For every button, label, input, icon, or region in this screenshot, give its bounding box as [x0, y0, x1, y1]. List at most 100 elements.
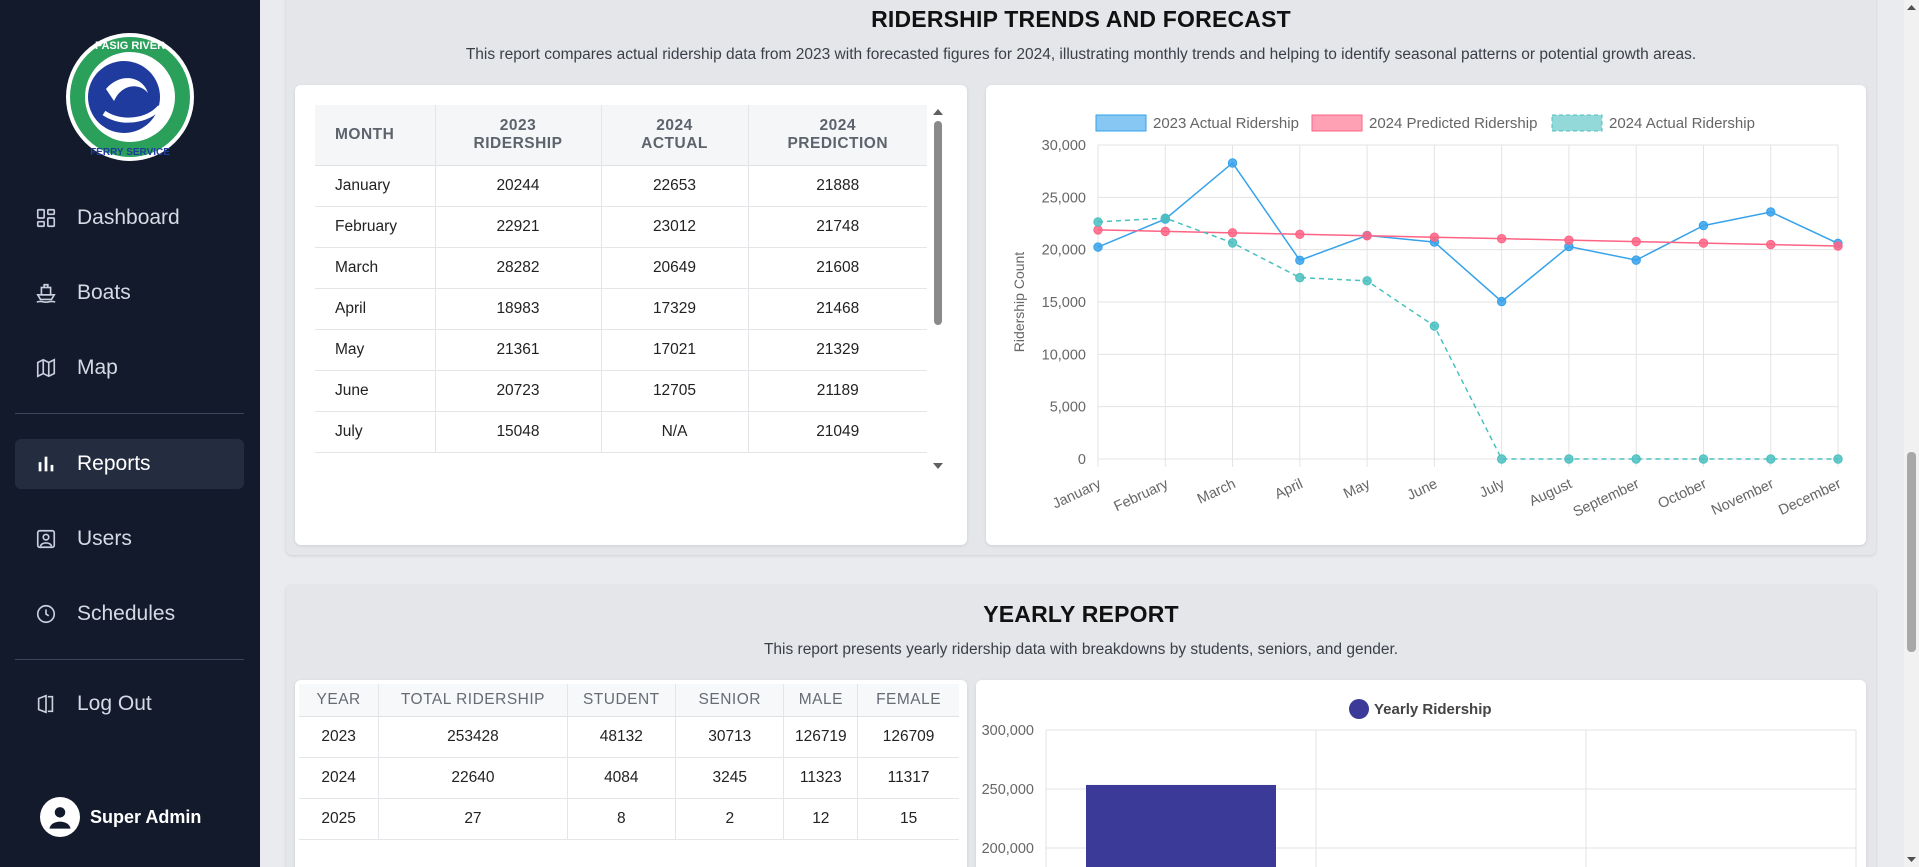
section-description: This report presents yearly ridership da…: [763, 641, 1399, 658]
legend-label: 2024 Predicted Ridership: [1369, 115, 1537, 132]
users-icon: [33, 526, 59, 552]
x-tick-label: December: [1776, 476, 1844, 519]
sidebar-item-label: Boats: [77, 281, 131, 304]
table-cell: 20244: [435, 165, 602, 207]
x-tick-label: April: [1272, 476, 1305, 503]
data-point: [1564, 235, 1574, 245]
table-row: February 22921 23012 21748: [315, 206, 927, 248]
table-cell: 2025: [299, 798, 380, 840]
data-point: [1698, 220, 1709, 231]
data-point: [1227, 238, 1238, 248]
logout-button[interactable]: Log Out: [15, 679, 244, 729]
table-cell: 17329: [601, 288, 749, 330]
sidebar-item-users[interactable]: Users: [15, 514, 244, 564]
user-profile[interactable]: Super Admin: [40, 797, 201, 837]
x-tick-label: November: [1709, 476, 1777, 519]
data-point: [1833, 241, 1843, 251]
user-avatar-icon: [40, 797, 80, 837]
table-cell: July: [315, 411, 436, 453]
dashboard-icon: [33, 205, 59, 231]
x-tick-label: September: [1571, 476, 1642, 521]
data-point: [1227, 158, 1238, 168]
y-tick-label: 20,000: [1042, 243, 1086, 259]
table-header: MONTH: [315, 105, 436, 166]
data-point: [1093, 225, 1103, 235]
x-tick-label: June: [1405, 476, 1440, 504]
table-cell: January: [315, 165, 436, 207]
sidebar-item-boats[interactable]: Boats: [15, 268, 244, 318]
legend-swatch: [1095, 114, 1147, 132]
legend-label: 2024 Actual Ridership: [1609, 115, 1755, 132]
table-cell: 21888: [748, 165, 927, 207]
table-cell: 21049: [748, 411, 927, 453]
y-tick-label: 5,000: [1050, 400, 1086, 416]
table-cell: 8: [567, 798, 677, 840]
table-cell: 18983: [435, 288, 602, 330]
table-row: 2025 27 8 2 12 15: [299, 798, 959, 840]
data-point: [1766, 207, 1776, 217]
table-cell: 253428: [378, 716, 568, 758]
x-tick-label: July: [1477, 476, 1508, 502]
legend-label: Yearly Ridership: [1374, 701, 1492, 718]
legend-label: 2023 Actual Ridership: [1153, 115, 1299, 132]
sidebar-item-schedules[interactable]: Schedules: [15, 589, 244, 639]
y-tick-label: 250,000: [982, 782, 1034, 798]
yearly-bar-chart: Yearly Ridership 300,000 250,000 200,000: [982, 699, 1857, 867]
table-row: May 21361 17021 21329: [315, 329, 927, 371]
sidebar-item-label: Log Out: [77, 692, 152, 715]
data-point: [1766, 239, 1776, 250]
table-cell: 15048: [435, 411, 602, 453]
data-point: [1833, 454, 1843, 464]
section-title: YEARLY REPORT: [983, 601, 1179, 627]
table-cell: 21361: [435, 329, 602, 371]
data-point: [1093, 217, 1103, 227]
table-scrollbar[interactable]: [931, 105, 945, 475]
y-tick-label: 25,000: [1042, 190, 1086, 206]
y-tick-label: 30,000: [1042, 138, 1086, 154]
page-scrollbar[interactable]: [1904, 0, 1919, 867]
data-point: [1295, 229, 1305, 240]
bar: [1086, 784, 1276, 867]
sidebar-item-label: Dashboard: [77, 206, 180, 229]
data-point: [1227, 228, 1238, 238]
table-cell: 12: [783, 798, 859, 840]
x-tick-label: February: [1112, 476, 1172, 515]
data-point: [1295, 272, 1305, 283]
table-cell: 23012: [601, 206, 749, 248]
data-point: [1362, 276, 1372, 286]
sidebar-item-reports[interactable]: Reports: [15, 439, 244, 489]
table-cell: 21608: [748, 247, 927, 289]
boat-icon: [33, 280, 59, 306]
table-cell: 2: [675, 798, 785, 840]
map-icon: [33, 355, 59, 381]
x-tick-label: January: [1050, 476, 1104, 513]
pasig-river-ferry-logo: PASIG RIVER FERRY SERVICE: [66, 33, 194, 161]
data-point: [1496, 454, 1507, 464]
table-cell: 21748: [748, 206, 927, 248]
table-cell: 20649: [601, 247, 749, 289]
ridership-line-chart: 2023 Actual Ridership 2024 Predicted Ride…: [1011, 114, 1844, 521]
y-tick-label: 0: [1078, 452, 1086, 468]
trends-chart-card: 2023 Actual Ridership 2024 Predicted Ride…: [986, 85, 1866, 545]
sidebar-item-map[interactable]: Map: [15, 343, 244, 393]
sidebar-divider: [15, 659, 244, 660]
yearly-report-section: YEARLY REPORT This report presents yearl…: [286, 585, 1876, 867]
table-header: FEMALE: [857, 684, 959, 717]
table-row: June 20723 12705 21189: [315, 370, 927, 412]
data-point: [1631, 236, 1641, 247]
table-cell: 22640: [378, 757, 568, 799]
table-cell: 3245: [675, 757, 785, 799]
table-cell: May: [315, 329, 436, 371]
sidebar-item-label: Users: [77, 527, 132, 550]
logout-icon: [33, 691, 59, 717]
svg-text:PASIG RIVER: PASIG RIVER: [95, 40, 165, 52]
data-point: [1496, 233, 1507, 244]
sidebar-item-dashboard[interactable]: Dashboard: [15, 193, 244, 243]
x-tick-label: October: [1656, 476, 1710, 512]
table-cell: 126709: [857, 716, 959, 758]
y-tick-label: 300,000: [982, 723, 1034, 739]
table-row: 2023 253428 48132 30713 126719 126709: [299, 716, 959, 758]
y-tick-label: 200,000: [982, 841, 1034, 857]
data-point: [1631, 255, 1641, 265]
yearly-table-card: YEAR TOTAL RIDERSHIP STUDENT SENIOR MALE…: [295, 680, 967, 867]
